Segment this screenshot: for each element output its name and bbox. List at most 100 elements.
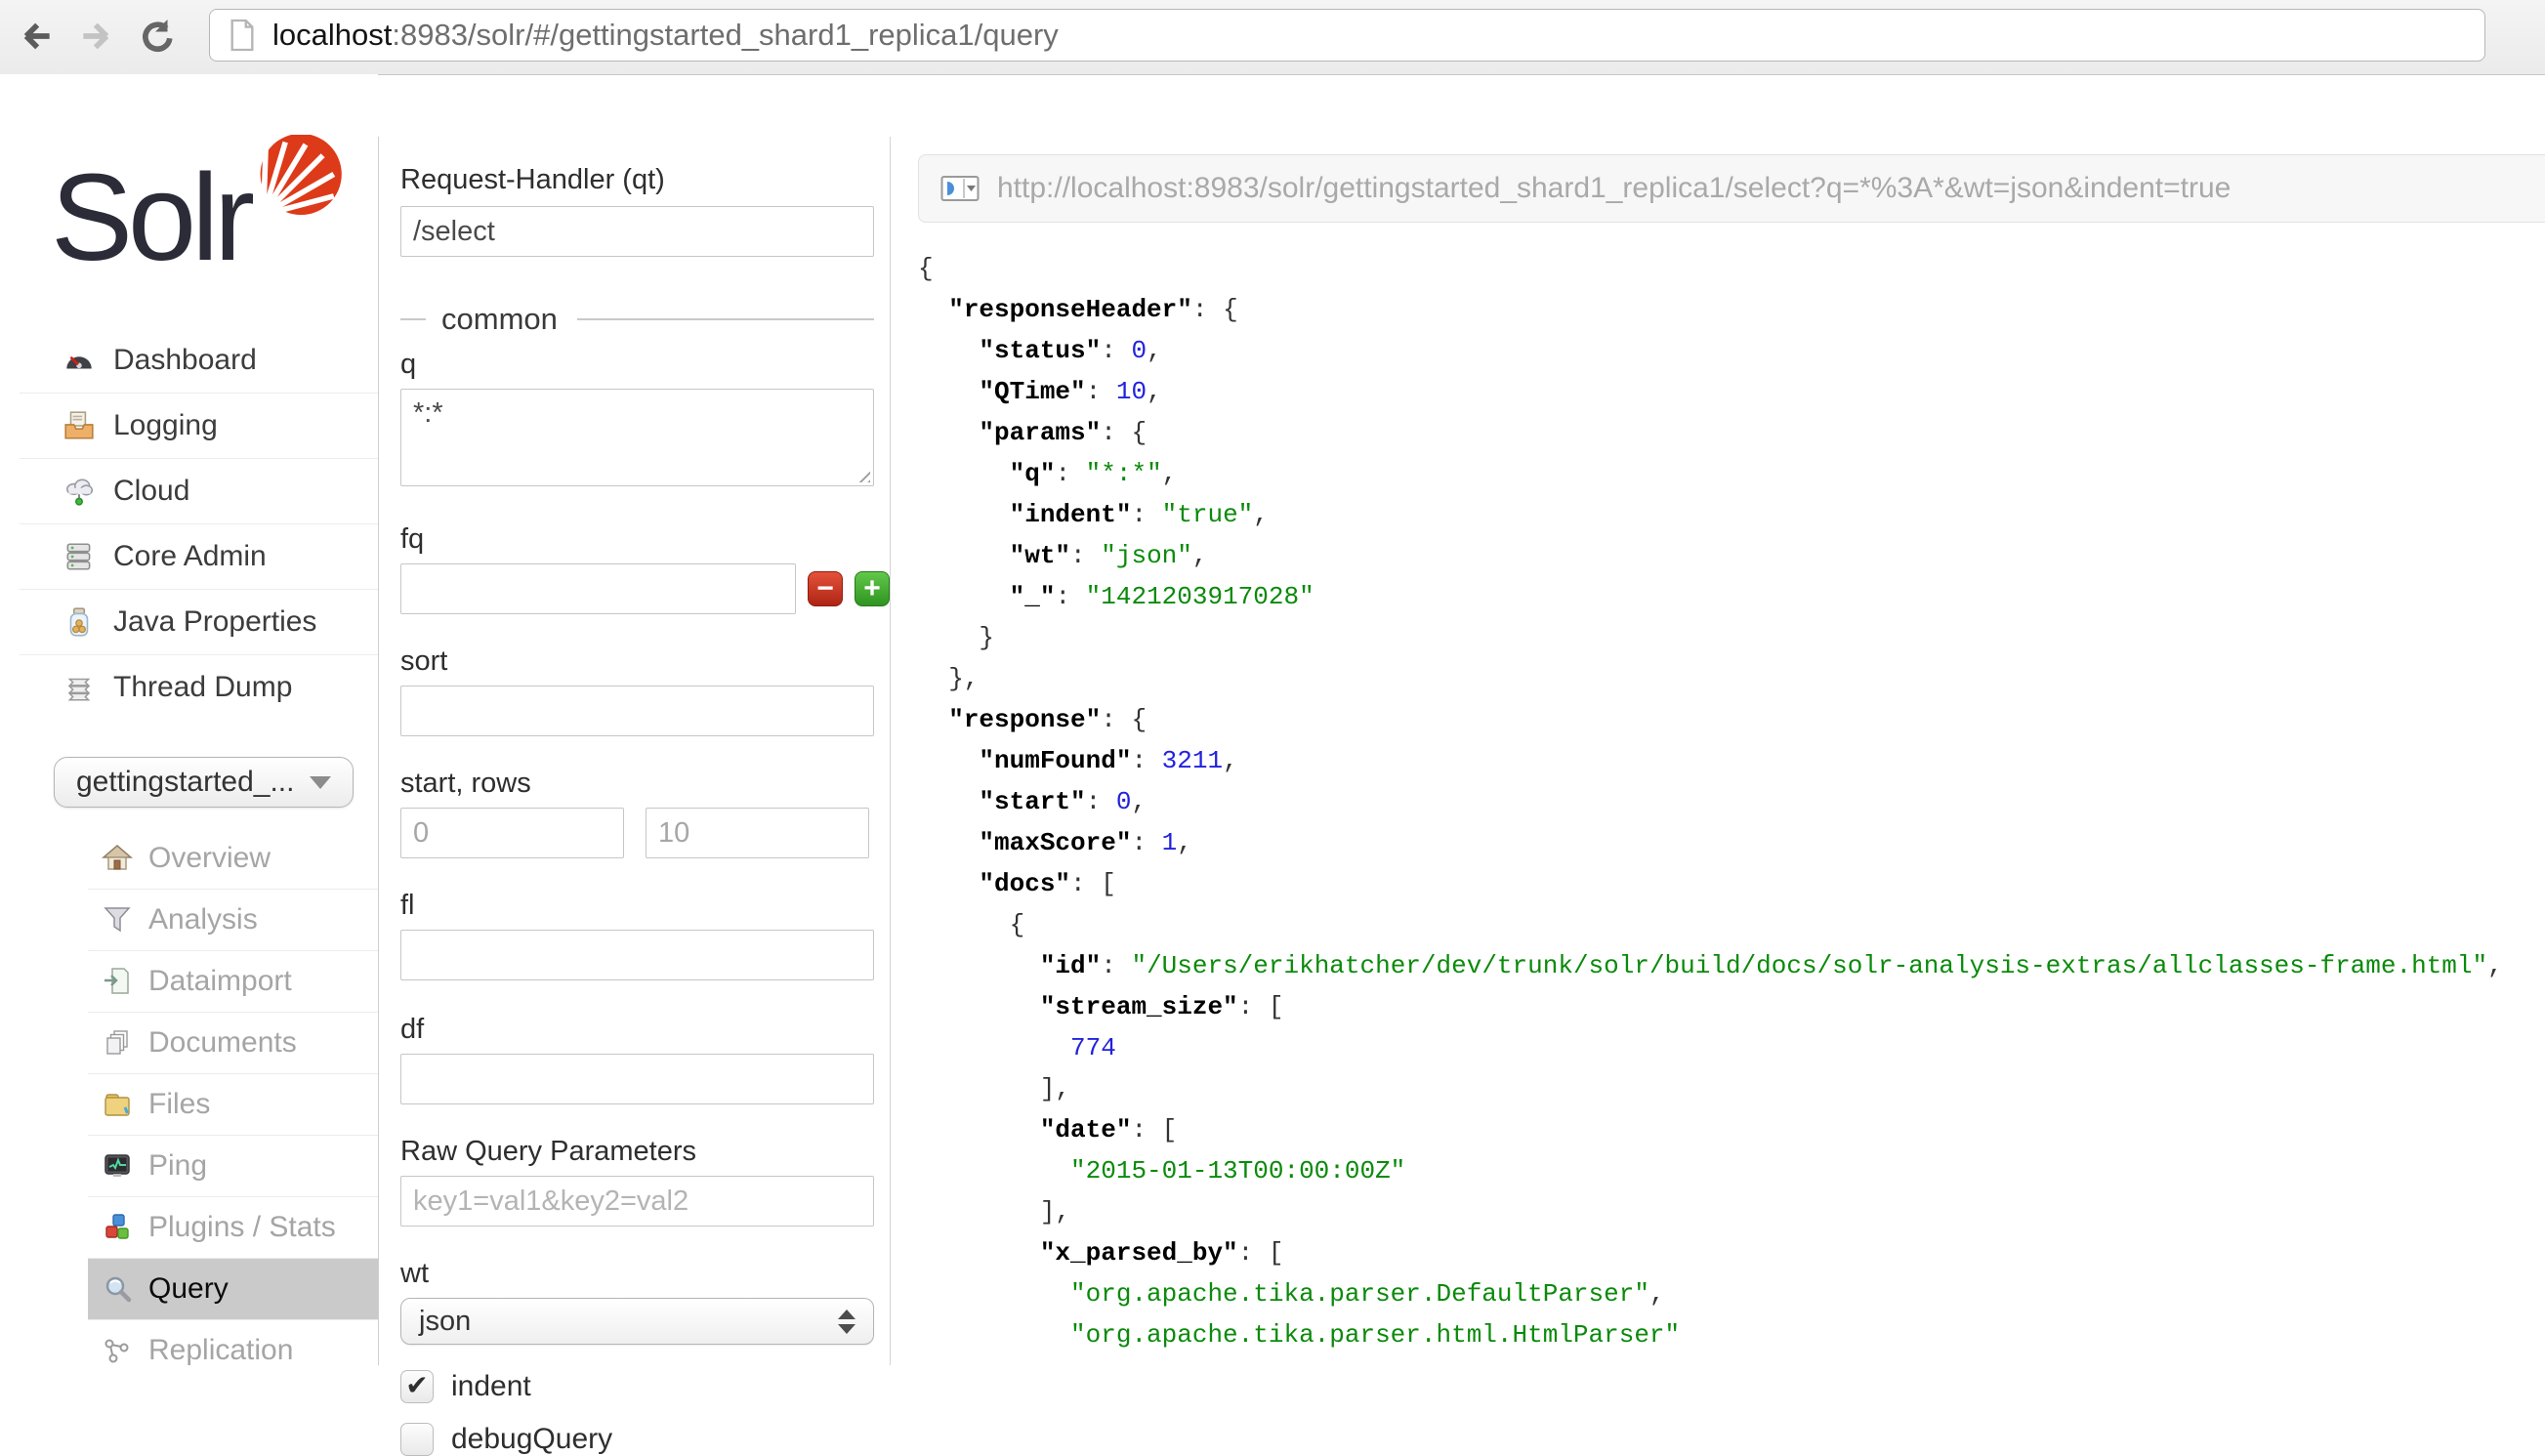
analysis-icon xyxy=(102,904,133,936)
sidebar-item-thread-dump[interactable]: Thread Dump xyxy=(20,654,378,720)
solr-logo: Solr xyxy=(51,139,363,319)
json-line: { xyxy=(918,248,2545,289)
sidebar-item-label: Thread Dump xyxy=(113,671,292,704)
core-nav-item-dataimport[interactable]: Dataimport xyxy=(88,950,378,1012)
common-section-label: common xyxy=(441,302,558,337)
indent-label: indent xyxy=(451,1370,531,1403)
json-line: "start": 0, xyxy=(918,781,2545,822)
debug-query-row: debugQuery xyxy=(400,1423,890,1456)
core-nav-item-analysis[interactable]: Analysis xyxy=(88,889,378,950)
core-nav-item-files[interactable]: Files xyxy=(88,1073,378,1135)
overview-icon xyxy=(102,843,133,874)
raw-query-params-label: Raw Query Parameters xyxy=(400,1136,890,1168)
json-line: "QTime": 10, xyxy=(918,371,2545,412)
sort-label: sort xyxy=(400,645,890,678)
json-line: 774 xyxy=(918,1027,2545,1068)
q-textarea-wrap: *:* xyxy=(400,389,874,486)
request-handler-label: Request-Handler (qt) xyxy=(400,164,890,196)
sidebar-item-label: Cloud xyxy=(113,475,189,508)
dataimport-icon xyxy=(102,966,133,997)
df-label: df xyxy=(400,1014,890,1046)
thread-dump-icon xyxy=(63,671,96,704)
request-url-text: http://localhost:8983/solr/gettingstarte… xyxy=(997,172,2231,205)
browser-reload-icon[interactable] xyxy=(131,12,180,61)
sidebar-item-dashboard[interactable]: Dashboard xyxy=(20,328,378,393)
fq-label: fq xyxy=(400,523,890,556)
debug-query-checkbox[interactable] xyxy=(400,1423,434,1456)
core-nav-label: Replication xyxy=(148,1334,293,1367)
plugins-stats-icon xyxy=(102,1212,133,1243)
wt-select[interactable]: json xyxy=(400,1298,874,1345)
core-nav-label: Ping xyxy=(148,1149,207,1183)
json-line: "status": 0, xyxy=(918,330,2545,371)
json-line: "wt": "json", xyxy=(918,535,2545,576)
fl-input[interactable] xyxy=(400,930,874,980)
core-nav-label: Files xyxy=(148,1088,210,1121)
sidebar-item-java-properties[interactable]: Java Properties xyxy=(20,589,378,654)
request-url-link[interactable]: http://localhost:8983/solr/gettingstarte… xyxy=(918,154,2545,223)
chevron-down-icon xyxy=(310,776,331,789)
json-line: "responseHeader": { xyxy=(918,289,2545,330)
json-response: { "responseHeader": { "status": 0, "QTim… xyxy=(918,248,2545,1355)
ping-icon xyxy=(102,1150,133,1182)
json-line: ], xyxy=(918,1068,2545,1109)
fq-row: − + xyxy=(400,563,890,614)
core-nav-label: Query xyxy=(148,1272,229,1306)
java-properties-icon xyxy=(63,605,96,639)
q-input[interactable]: *:* xyxy=(400,389,874,486)
core-nav-item-ping[interactable]: Ping xyxy=(88,1135,378,1196)
documents-icon xyxy=(102,1027,133,1059)
fl-label: fl xyxy=(400,890,890,922)
debug-query-label: debugQuery xyxy=(451,1423,612,1456)
start-rows-label: start, rows xyxy=(400,768,890,800)
json-line: } xyxy=(918,617,2545,658)
json-line: "org.apache.tika.parser.DefaultParser", xyxy=(918,1273,2545,1314)
core-nav-label: Overview xyxy=(148,842,271,875)
json-line: "x_parsed_by": [ xyxy=(918,1232,2545,1273)
json-line: "date": [ xyxy=(918,1109,2545,1150)
browser-back-icon[interactable] xyxy=(12,12,61,61)
solr-sunburst-icon xyxy=(251,135,349,232)
query-form: Request-Handler (qt) common q *:* fq − +… xyxy=(379,137,890,1456)
core-nav-item-query[interactable]: Query xyxy=(88,1258,378,1319)
browser-forward-icon[interactable] xyxy=(72,12,121,61)
json-line: { xyxy=(918,904,2545,945)
wt-label: wt xyxy=(400,1258,890,1290)
legend-dash xyxy=(400,318,426,320)
sidebar-item-core-admin[interactable]: Core Admin xyxy=(20,523,378,589)
logging-icon xyxy=(63,409,96,442)
dashboard-icon xyxy=(63,344,96,377)
replication-icon xyxy=(102,1335,133,1366)
add-filter-button[interactable]: + xyxy=(855,571,890,606)
indent-checkbox[interactable]: ✔ xyxy=(400,1370,434,1403)
core-nav-item-replication[interactable]: Replication xyxy=(88,1319,378,1381)
json-line: "_": "1421203917028" xyxy=(918,576,2545,617)
url-path: :8983/solr/#/gettingstarted_shard1_repli… xyxy=(392,18,1058,53)
json-line: "indent": "true", xyxy=(918,494,2545,535)
core-nav: Overview Analysis Dataimport Documents xyxy=(0,828,378,1381)
fq-input[interactable] xyxy=(400,563,796,614)
json-line: ], xyxy=(918,1191,2545,1232)
indent-row: ✔ indent xyxy=(400,1370,890,1403)
core-nav-item-plugins-stats[interactable]: Plugins / Stats xyxy=(88,1196,378,1258)
rows-input[interactable] xyxy=(646,808,869,858)
sidebar-item-logging[interactable]: Logging xyxy=(20,393,378,458)
url-host: localhost xyxy=(272,18,392,53)
query-icon xyxy=(102,1273,133,1305)
solr-logo-text: Solr xyxy=(51,145,250,291)
start-input[interactable] xyxy=(400,808,624,858)
json-line: "id": "/Users/erikhatcher/dev/trunk/solr… xyxy=(918,945,2545,986)
df-input[interactable] xyxy=(400,1054,874,1104)
core-nav-item-documents[interactable]: Documents xyxy=(88,1012,378,1073)
core-nav-item-overview[interactable]: Overview xyxy=(88,828,378,889)
raw-query-params-input[interactable] xyxy=(400,1176,874,1227)
json-line: "params": { xyxy=(918,412,2545,453)
remove-filter-button[interactable]: − xyxy=(808,571,843,606)
core-selector-dropdown[interactable]: gettingstarted_... xyxy=(54,757,354,808)
address-bar[interactable]: localhost:8983/solr/#/gettingstarted_sha… xyxy=(209,9,2485,62)
sort-input[interactable] xyxy=(400,686,874,736)
json-line: "q": "*:*", xyxy=(918,453,2545,494)
request-handler-input[interactable] xyxy=(400,206,874,257)
request-url-icon xyxy=(940,174,980,203)
sidebar-item-cloud[interactable]: Cloud xyxy=(20,458,378,523)
